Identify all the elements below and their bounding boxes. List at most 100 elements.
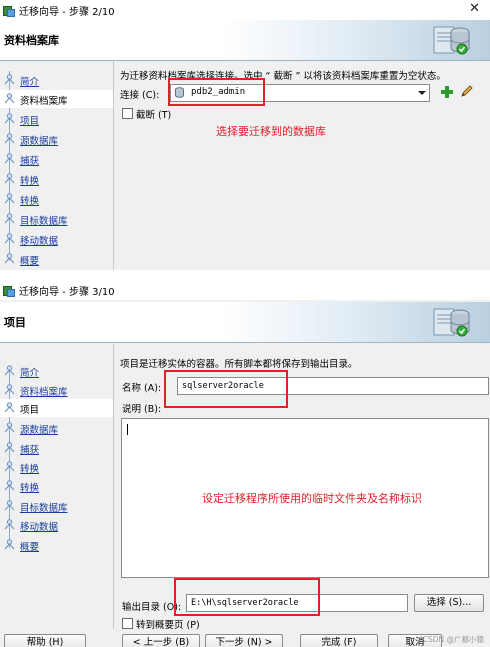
nav-item-translate[interactable]: 转换 bbox=[0, 477, 113, 495]
comment-label: 说明 (B): bbox=[122, 404, 162, 415]
nav-item-label: 资料档案库 bbox=[20, 387, 68, 398]
name-label: 名称 (A): bbox=[122, 383, 162, 394]
nav-item-label: 移动数据 bbox=[20, 236, 59, 247]
next-button[interactable]: 下一步 (N) > bbox=[205, 634, 283, 647]
screenshot-divider bbox=[0, 270, 490, 280]
step-node-icon bbox=[4, 402, 15, 413]
app-icon bbox=[3, 285, 15, 297]
close-icon[interactable]: ✕ bbox=[469, 1, 480, 16]
back-button[interactable]: < 上一步 (B) bbox=[122, 634, 200, 647]
wizard-step2-panel: 迁移向导 - 步骤 2/10 ✕ 资料档案库 简介 资料档案库 项目 源数据库 … bbox=[0, 0, 490, 270]
window-title: 迁移向导 - 步骤 3/10 bbox=[19, 286, 115, 298]
step-node-icon bbox=[4, 519, 15, 530]
step-description: 项目是迁移实体的容器。所有脚本都将保存到输出目录。 bbox=[120, 359, 358, 370]
step-header: 资料档案库 bbox=[0, 20, 490, 61]
step-node-icon bbox=[4, 253, 15, 264]
step-node-icon bbox=[4, 365, 15, 376]
nav-item-repository[interactable]: 资料档案库 bbox=[0, 381, 113, 399]
nav-item-label: 资料档案库 bbox=[20, 96, 68, 107]
step-node-icon bbox=[4, 422, 15, 433]
nav-item-label: 概要 bbox=[20, 542, 40, 553]
step2-content: 为迁移资料档案库选择连接。选中 “ 截断 ” 以将该资料档案库重置为空状态。 连… bbox=[113, 61, 490, 270]
annotation-select-target-db: 选择要迁移到的数据库 bbox=[216, 125, 326, 138]
nav-item-summary[interactable]: 概要 bbox=[0, 536, 113, 554]
goto-summary-checkbox[interactable] bbox=[122, 618, 133, 629]
nav-item-label: 项目 bbox=[20, 405, 40, 416]
title-bar: 迁移向导 - 步骤 2/10 ✕ bbox=[0, 0, 490, 20]
nav-item-convert[interactable]: 转换 bbox=[0, 170, 113, 188]
truncate-checkbox[interactable] bbox=[122, 108, 133, 119]
footer-bar: 帮助 (H) < 上一步 (B) 下一步 (N) > 完成 (F) 取消 bbox=[0, 631, 490, 647]
window-title: 迁移向导 - 步骤 2/10 bbox=[19, 6, 115, 18]
nav-item-label: 转换 bbox=[20, 176, 40, 187]
add-connection-icon[interactable] bbox=[441, 86, 453, 98]
step-node-icon bbox=[4, 233, 15, 244]
wizard-nav: 简介 资料档案库 项目 源数据库 捕获 转换 转换 目标数据库 移动数据 概要 bbox=[0, 61, 113, 270]
nav-item-label: 捕获 bbox=[20, 156, 40, 167]
nav-item-label: 源数据库 bbox=[20, 136, 59, 147]
page-title: 项目 bbox=[4, 316, 26, 329]
app-icon bbox=[3, 5, 15, 17]
step-node-icon bbox=[4, 500, 15, 511]
truncate-label: 截断 (T) bbox=[136, 110, 172, 121]
step-node-icon bbox=[4, 442, 15, 453]
nav-item-source-db[interactable]: 源数据库 bbox=[0, 130, 113, 148]
nav-item-source-db[interactable]: 源数据库 bbox=[0, 419, 113, 437]
nav-item-intro[interactable]: 简介 bbox=[0, 71, 113, 89]
nav-item-label: 目标数据库 bbox=[20, 503, 68, 514]
nav-item-move-data[interactable]: 移动数据 bbox=[0, 230, 113, 248]
step3-content: 项目是迁移实体的容器。所有脚本都将保存到输出目录。 名称 (A): sqlser… bbox=[113, 344, 490, 631]
highlight-name-box bbox=[164, 370, 288, 408]
nav-item-translate[interactable]: 转换 bbox=[0, 190, 113, 208]
step-node-icon bbox=[4, 74, 15, 85]
nav-item-project[interactable]: 项目 bbox=[0, 399, 113, 417]
nav-item-target-db[interactable]: 目标数据库 bbox=[0, 497, 113, 515]
nav-item-label: 目标数据库 bbox=[20, 216, 68, 227]
nav-item-summary[interactable]: 概要 bbox=[0, 250, 113, 268]
step-node-icon bbox=[4, 539, 15, 550]
nav-item-label: 简介 bbox=[20, 77, 40, 88]
nav-item-label: 转换 bbox=[20, 483, 40, 494]
step-node-icon bbox=[4, 133, 15, 144]
nav-item-target-db[interactable]: 目标数据库 bbox=[0, 210, 113, 228]
page-title: 资料档案库 bbox=[4, 34, 59, 47]
nav-item-label: 转换 bbox=[20, 196, 40, 207]
nav-item-label: 移动数据 bbox=[20, 522, 59, 533]
nav-item-label: 转换 bbox=[20, 464, 40, 475]
nav-item-label: 捕获 bbox=[20, 445, 40, 456]
finish-button[interactable]: 完成 (F) bbox=[300, 634, 378, 647]
step-node-icon bbox=[4, 461, 15, 472]
nav-item-label: 项目 bbox=[20, 116, 40, 127]
highlight-output-dir-box bbox=[174, 578, 320, 616]
database-icon bbox=[433, 26, 470, 55]
step-node-icon bbox=[4, 384, 15, 395]
chevron-down-icon[interactable] bbox=[415, 87, 427, 98]
step-node-icon bbox=[4, 213, 15, 224]
help-button[interactable]: 帮助 (H) bbox=[4, 634, 86, 647]
wizard-step3-panel: 迁移向导 - 步骤 3/10 项目 简介 资料档案库 项目 源数据库 捕获 转换… bbox=[0, 280, 490, 647]
highlight-connection-box bbox=[168, 78, 265, 106]
step-header: 项目 bbox=[0, 302, 490, 343]
nav-item-move-data[interactable]: 移动数据 bbox=[0, 516, 113, 534]
nav-item-repository[interactable]: 资料档案库 bbox=[0, 90, 113, 108]
edit-connection-icon[interactable] bbox=[460, 84, 474, 98]
nav-item-convert[interactable]: 转换 bbox=[0, 458, 113, 476]
nav-item-label: 源数据库 bbox=[20, 425, 59, 436]
nav-item-capture[interactable]: 捕获 bbox=[0, 150, 113, 168]
annotation-temp-folder: 设定迁移程序所使用的临时文件夹及名称标识 bbox=[202, 492, 422, 505]
output-dir-label: 输出目录 (O): bbox=[122, 602, 182, 613]
nav-item-capture[interactable]: 捕获 bbox=[0, 439, 113, 457]
step-node-icon bbox=[4, 193, 15, 204]
nav-item-label: 概要 bbox=[20, 256, 40, 267]
text-cursor bbox=[127, 424, 128, 435]
nav-item-project[interactable]: 项目 bbox=[0, 110, 113, 128]
step-node-icon bbox=[4, 153, 15, 164]
choose-dir-button[interactable]: 选择 (S)... bbox=[414, 594, 484, 612]
title-bar: 迁移向导 - 步骤 3/10 bbox=[0, 280, 490, 300]
connection-label: 连接 (C): bbox=[120, 90, 160, 101]
nav-item-label: 简介 bbox=[20, 368, 40, 379]
step-node-icon bbox=[4, 480, 15, 491]
nav-item-intro[interactable]: 简介 bbox=[0, 362, 113, 380]
wizard-nav: 简介 资料档案库 项目 源数据库 捕获 转换 转换 目标数据库 移动数据 概要 bbox=[0, 344, 113, 629]
step-node-icon bbox=[4, 93, 15, 104]
